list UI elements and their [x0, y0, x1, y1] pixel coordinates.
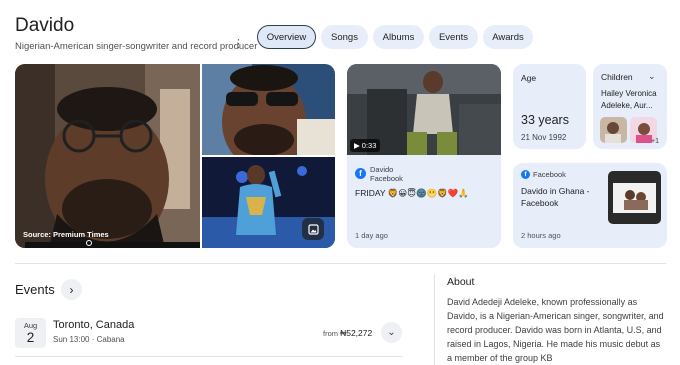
children-names: Hailey Veronica Adeleke, Aur...: [601, 89, 657, 110]
video-source-name: Davido: [370, 165, 394, 174]
video-time: 1 day ago: [355, 231, 388, 240]
facebook-icon: f: [355, 168, 366, 179]
children-label: Children: [601, 72, 633, 82]
facebook-icon: f: [521, 170, 530, 179]
more-options-icon[interactable]: ⋮: [233, 39, 244, 50]
about-text: David Adedeji Adeleke, known professiona…: [447, 297, 664, 364]
event-price: from ₦52,272: [323, 328, 372, 338]
event-price-prefix: from: [323, 329, 338, 338]
event-day: 2: [26, 330, 35, 345]
event-location[interactable]: Toronto, Canada: [53, 319, 134, 331]
video-platform: Facebook: [370, 174, 403, 183]
video-duration: 0:33: [361, 141, 377, 150]
video-duration-badge: ▶ 0:33: [350, 139, 381, 152]
post-title: Davido in Ghana - Facebook: [521, 186, 590, 208]
tab-albums[interactable]: Albums: [373, 25, 424, 49]
event-separator: [15, 356, 403, 357]
about-heading: About: [447, 276, 475, 288]
section-divider: [15, 263, 666, 264]
event-month: Aug: [23, 321, 38, 330]
event-expand-button[interactable]: ⌄: [381, 322, 402, 343]
column-divider: [434, 274, 435, 365]
view-images-button[interactable]: [302, 218, 324, 240]
main-photo[interactable]: Source: Premium Times: [15, 64, 200, 248]
page-title: Davido: [15, 15, 75, 36]
child-thumbnail-1[interactable]: [600, 117, 627, 143]
image-source-label: Source: Premium Times: [23, 230, 109, 239]
events-more-button[interactable]: ›: [61, 279, 82, 300]
tab-awards[interactable]: Awards: [483, 25, 533, 49]
age-value: 33 years: [521, 113, 569, 127]
chevron-right-icon: ›: [69, 282, 74, 297]
age-label: Age: [521, 73, 537, 83]
event-meta: Sun 13:00 · Cabana: [53, 335, 125, 344]
chevron-down-icon: ⌄: [387, 327, 396, 338]
video-card[interactable]: f Davido Facebook FRIDAY 🦁😀😇🌚😬🦁❤️🙏 1 day…: [347, 64, 501, 248]
tab-overview[interactable]: Overview: [257, 25, 316, 49]
post-time: 2 hours ago: [521, 231, 561, 240]
tab-events[interactable]: Events: [429, 25, 478, 49]
video-post-text: FRIDAY 🦁😀😇🌚😬🦁❤️🙏: [355, 188, 469, 198]
post-thumbnail[interactable]: [608, 171, 661, 224]
page-subtitle: Nigerian-American singer-songwriter and …: [15, 41, 258, 52]
event-price-value: ₦52,272: [340, 328, 373, 338]
photo-sunglasses[interactable]: [202, 64, 335, 155]
image-gallery-icon: [307, 223, 319, 235]
birth-date: 21 Nov 1992: [521, 133, 567, 142]
more-children-count: +1: [651, 138, 659, 145]
events-heading: Events: [15, 282, 55, 297]
tab-songs[interactable]: Songs: [321, 25, 368, 49]
play-icon: ▶: [354, 141, 360, 150]
source-indicator-icon: [86, 240, 92, 246]
event-date-badge: Aug 2: [15, 318, 46, 348]
chevron-down-icon[interactable]: ⌄: [648, 71, 656, 82]
post-platform: Facebook: [533, 170, 566, 179]
